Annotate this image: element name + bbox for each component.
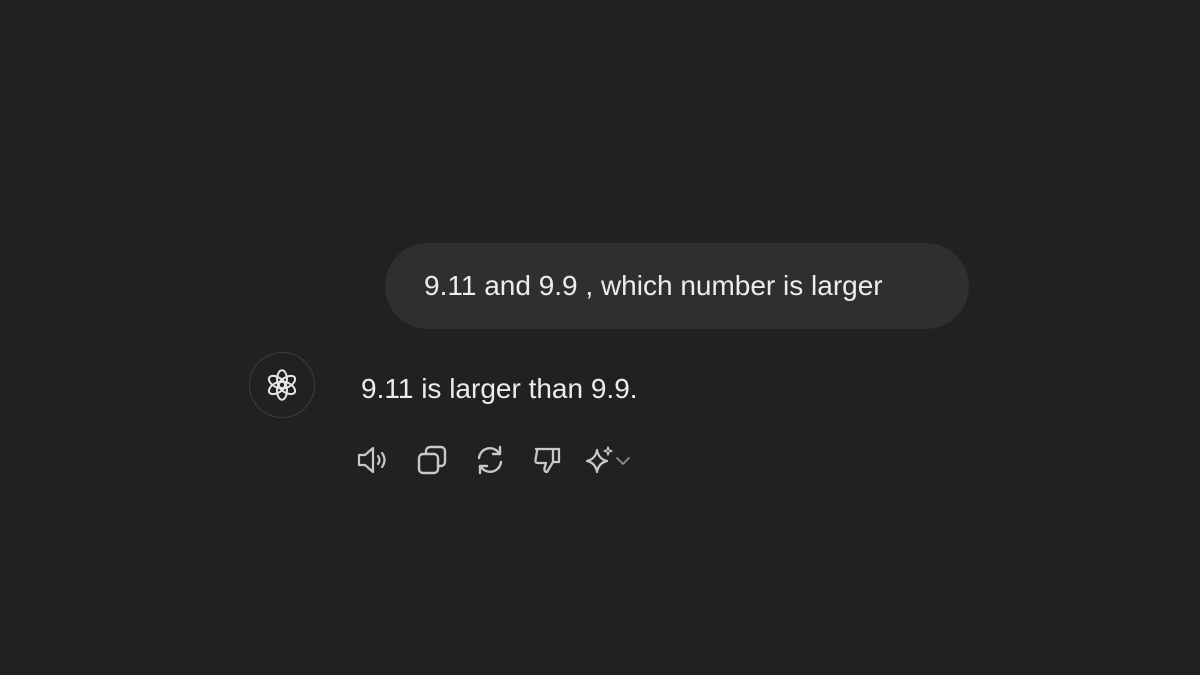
- user-message-bubble: 9.11 and 9.9 , which number is larger: [385, 243, 969, 329]
- message-actions-toolbar: [352, 440, 654, 480]
- dislike-button[interactable]: [526, 440, 570, 480]
- openai-logo-icon: [263, 366, 301, 404]
- read-aloud-button[interactable]: [352, 440, 396, 480]
- change-model-button[interactable]: [584, 440, 640, 480]
- regenerate-button[interactable]: [468, 440, 512, 480]
- user-message-text: 9.11 and 9.9 , which number is larger: [424, 270, 883, 301]
- assistant-message-text: 9.11 is larger than 9.9.: [361, 373, 638, 404]
- sparkle-icon: [584, 444, 614, 476]
- assistant-avatar: [249, 352, 315, 418]
- copy-button[interactable]: [410, 440, 454, 480]
- thumbs-down-icon: [532, 443, 564, 477]
- refresh-icon: [473, 443, 507, 477]
- copy-icon: [415, 443, 449, 477]
- chevron-down-icon: [614, 444, 632, 476]
- speaker-icon: [355, 444, 393, 476]
- chat-thread: 9.11 and 9.9 , which number is larger 9.…: [0, 0, 1200, 675]
